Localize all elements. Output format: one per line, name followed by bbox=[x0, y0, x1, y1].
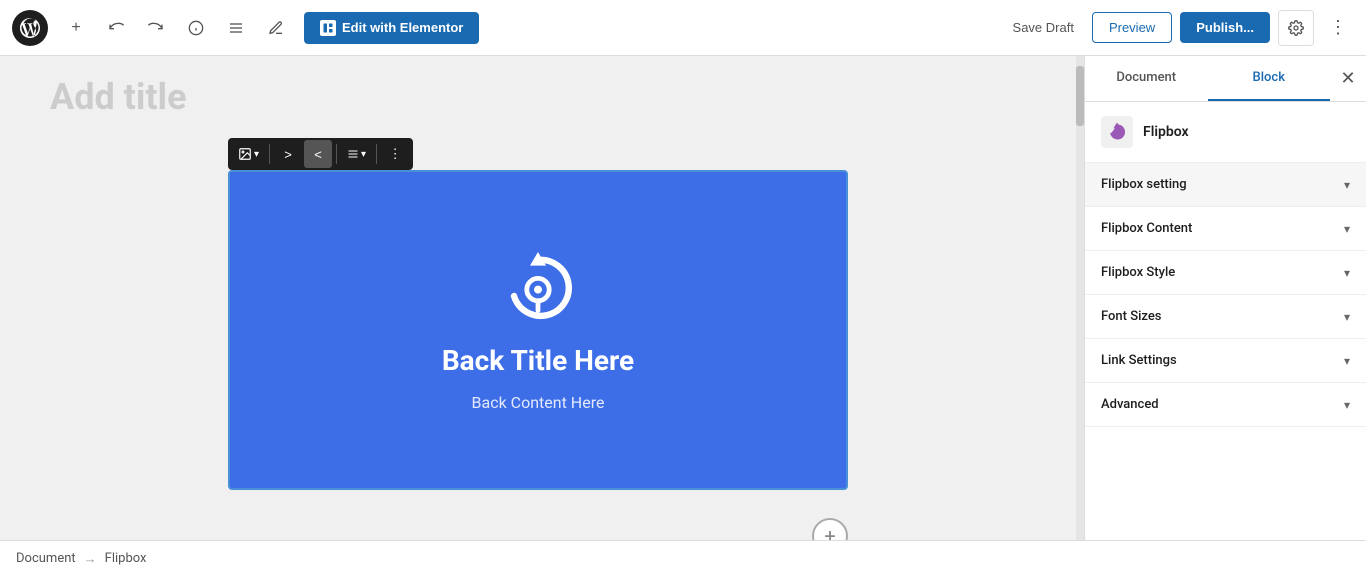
tab-document[interactable]: Document bbox=[1085, 56, 1208, 101]
add-block-toolbar-btn[interactable]: + bbox=[60, 12, 92, 44]
accordion-section-flipbox-style: Flipbox Style ▾ bbox=[1085, 251, 1366, 295]
panel-close-btn[interactable]: ✕ bbox=[1330, 61, 1366, 97]
breadcrumb-root[interactable]: Document bbox=[16, 551, 76, 566]
chevron-icon-flipbox-setting: ▾ bbox=[1344, 178, 1350, 192]
elementor-btn-icon bbox=[320, 20, 336, 36]
block-name-label: Flipbox bbox=[1143, 124, 1189, 140]
breadcrumb-separator: → bbox=[84, 551, 97, 567]
chevron-icon-advanced: ▾ bbox=[1344, 398, 1350, 412]
chevron-icon-flipbox-content: ▾ bbox=[1344, 222, 1350, 236]
accordion-section-advanced: Advanced ▾ bbox=[1085, 383, 1366, 427]
flipbox-block-icon bbox=[498, 248, 578, 328]
flipbox-back-title: Back Title Here bbox=[442, 344, 634, 377]
page-title-placeholder[interactable]: Add title bbox=[40, 76, 187, 118]
breadcrumb-current[interactable]: Flipbox bbox=[105, 551, 147, 566]
tab-block[interactable]: Block bbox=[1208, 56, 1331, 101]
accordion-header-advanced[interactable]: Advanced ▾ bbox=[1085, 383, 1366, 426]
bt-more-btn[interactable]: ⋮ bbox=[381, 140, 409, 168]
edit-pen-btn[interactable] bbox=[260, 12, 292, 44]
more-options-btn[interactable]: ⋮ bbox=[1322, 12, 1354, 44]
accordion-container: Flipbox setting▾Flipbox Content▾Flipbox … bbox=[1085, 163, 1366, 427]
save-draft-btn[interactable]: Save Draft bbox=[1003, 14, 1084, 41]
edit-elementor-label: Edit with Elementor bbox=[342, 20, 463, 35]
accordion-label-flipbox-setting: Flipbox setting bbox=[1101, 177, 1187, 192]
bt-image-btn[interactable]: ▾ bbox=[232, 140, 265, 168]
chevron-icon-flipbox-style: ▾ bbox=[1344, 266, 1350, 280]
accordion-header-flipbox-style[interactable]: Flipbox Style ▾ bbox=[1085, 251, 1366, 294]
accordion-label-advanced: Advanced bbox=[1101, 397, 1159, 412]
accordion-section-flipbox-content: Flipbox Content ▾ bbox=[1085, 207, 1366, 251]
bt-navigate-back-btn[interactable]: < bbox=[304, 140, 332, 168]
editor-scrollbar-thumb bbox=[1076, 66, 1084, 126]
accordion-label-flipbox-style: Flipbox Style bbox=[1101, 265, 1175, 280]
edit-elementor-btn[interactable]: Edit with Elementor bbox=[304, 12, 479, 44]
bt-align-btn[interactable]: ▾ bbox=[341, 140, 372, 168]
main-area: Add title ▾ > < ▾ ⋮ bbox=[0, 56, 1366, 540]
accordion-header-link-settings[interactable]: Link Settings ▾ bbox=[1085, 339, 1366, 382]
flipbox-back-content: Back Content Here bbox=[472, 393, 605, 412]
settings-btn[interactable] bbox=[1278, 10, 1314, 46]
accordion-header-font-sizes[interactable]: Font Sizes ▾ bbox=[1085, 295, 1366, 338]
block-toolbar-container: ▾ > < ▾ ⋮ bbox=[228, 138, 848, 490]
accordion-header-flipbox-content[interactable]: Flipbox Content ▾ bbox=[1085, 207, 1366, 250]
undo-btn[interactable] bbox=[100, 12, 132, 44]
block-toolbar: ▾ > < ▾ ⋮ bbox=[228, 138, 413, 170]
list-view-btn[interactable] bbox=[220, 12, 252, 44]
accordion-label-flipbox-content: Flipbox Content bbox=[1101, 221, 1192, 236]
accordion-header-flipbox-setting[interactable]: Flipbox setting ▾ bbox=[1085, 163, 1366, 206]
accordion-section-font-sizes: Font Sizes ▾ bbox=[1085, 295, 1366, 339]
wordpress-icon bbox=[20, 18, 40, 38]
panel-tabs: Document Block ✕ bbox=[1085, 56, 1366, 102]
accordion-section-flipbox-setting: Flipbox setting ▾ bbox=[1085, 163, 1366, 207]
chevron-icon-link-settings: ▾ bbox=[1344, 354, 1350, 368]
block-icon-wrap bbox=[1101, 116, 1133, 148]
block-header: Flipbox bbox=[1085, 102, 1366, 163]
preview-btn[interactable]: Preview bbox=[1092, 12, 1172, 43]
wp-logo[interactable] bbox=[12, 10, 48, 46]
editor-area: Add title ▾ > < ▾ ⋮ bbox=[0, 56, 1076, 540]
accordion-label-link-settings: Link Settings bbox=[1101, 353, 1177, 368]
chevron-icon-font-sizes: ▾ bbox=[1344, 310, 1350, 324]
redo-btn[interactable] bbox=[140, 12, 172, 44]
publish-btn[interactable]: Publish... bbox=[1180, 12, 1270, 43]
info-btn[interactable] bbox=[180, 12, 212, 44]
top-bar: + Edit with Elementor Save Draft Preview… bbox=[0, 0, 1366, 56]
flipbox-block: Back Title Here Back Content Here bbox=[228, 170, 848, 490]
accordion-label-font-sizes: Font Sizes bbox=[1101, 309, 1161, 324]
right-panel: Document Block ✕ Flipbox Flipbox setting… bbox=[1084, 56, 1366, 540]
bt-navigate-forward-btn[interactable]: > bbox=[274, 140, 302, 168]
accordion-section-link-settings: Link Settings ▾ bbox=[1085, 339, 1366, 383]
editor-scrollbar[interactable] bbox=[1076, 56, 1084, 540]
bottom-bar: Document → Flipbox bbox=[0, 540, 1366, 576]
add-block-btn[interactable]: + bbox=[812, 518, 848, 540]
flipbox-panel-icon bbox=[1108, 123, 1126, 141]
